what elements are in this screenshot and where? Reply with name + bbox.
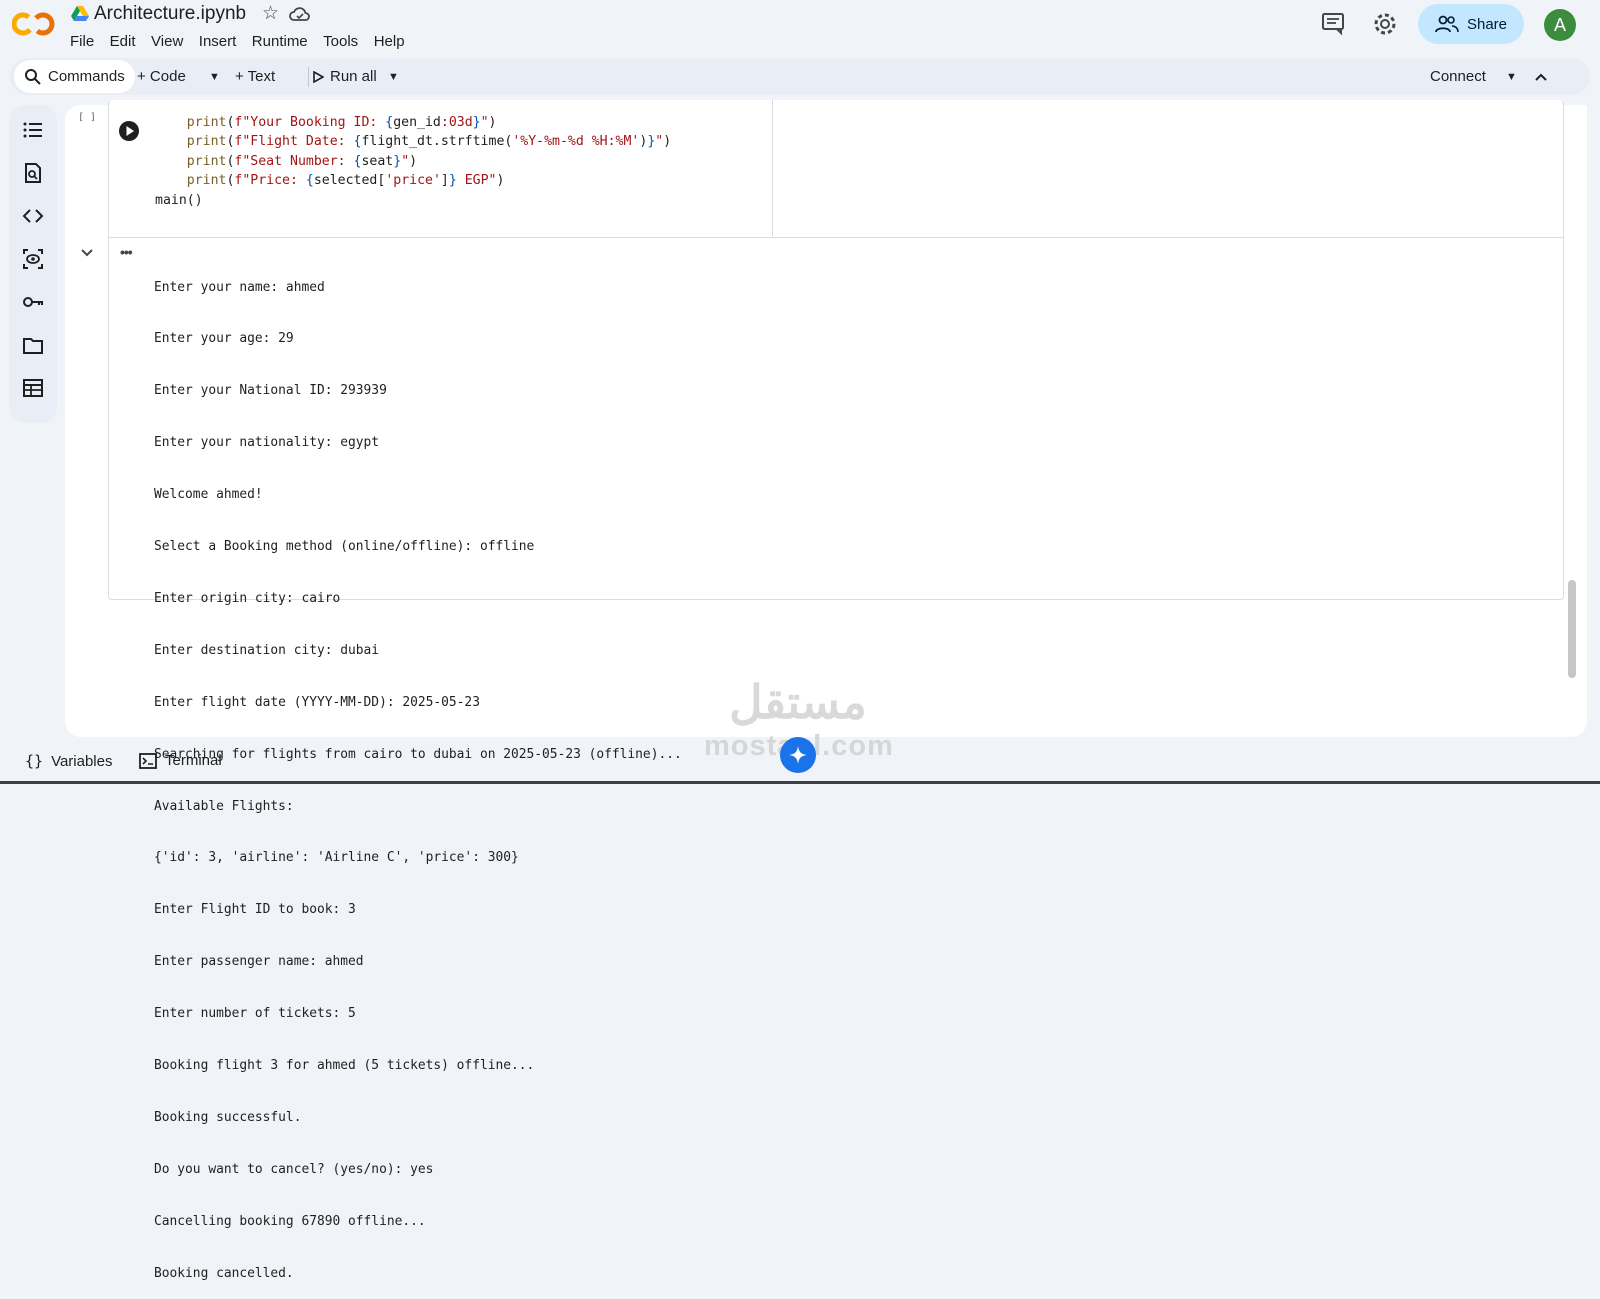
output-line: Enter passenger name: ahmed	[154, 954, 364, 970]
output-line: Booking flight 3 for ahmed (5 tickets) o…	[154, 1057, 535, 1073]
table-icon[interactable]	[22, 377, 44, 399]
output-line: Enter destination city: dubai	[154, 642, 380, 658]
menu-insert[interactable]: Insert	[199, 33, 237, 50]
run-all-label: Run all	[330, 68, 377, 85]
braces-icon: {}	[25, 752, 44, 770]
play-icon[interactable]	[118, 120, 140, 142]
menu-bar: File Edit View Insert Runtime Tools Help	[70, 33, 420, 50]
variables-label: Variables	[51, 752, 113, 770]
chevron-down-icon: ▼	[388, 70, 399, 83]
output-line: Enter your name: ahmed	[154, 279, 325, 295]
folder-icon[interactable]	[22, 334, 44, 356]
code-editor[interactable]: print(f"Your Booking ID: {gen_id:03d}") …	[155, 113, 671, 210]
code-line: print(f"Your Booking ID: {gen_id:03d}")	[186, 115, 497, 130]
menu-runtime[interactable]: Runtime	[252, 33, 308, 50]
share-label: Share	[1466, 15, 1508, 33]
cloud-icon[interactable]	[289, 5, 311, 23]
output-line: Enter number of tickets: 5	[154, 1006, 356, 1022]
variables-inspector-icon[interactable]	[22, 248, 44, 270]
terminal-label: Terminal	[165, 752, 222, 769]
chevron-down-icon: ▼	[1506, 70, 1517, 83]
output-actions-icon[interactable]: •••	[120, 244, 133, 260]
toolbar: Commands + Code ▼ + Text Run all ▼ Conne…	[10, 58, 1590, 95]
chevron-down-icon[interactable]	[79, 245, 95, 261]
commands-label: Commands	[48, 68, 125, 85]
output-line: {'id': 3, 'airline': 'Airline C', 'price…	[154, 850, 519, 866]
collapse-toolbar-button[interactable]	[1534, 58, 1548, 95]
output-line: Welcome ahmed!	[154, 487, 263, 503]
comment-icon[interactable]	[1320, 10, 1346, 36]
gear-icon[interactable]	[1372, 11, 1398, 37]
connect-dropdown[interactable]: ▼	[1506, 58, 1517, 95]
terminal-button[interactable]: Terminal	[139, 752, 222, 769]
code-snippets-icon[interactable]	[22, 205, 44, 227]
toc-icon[interactable]	[22, 119, 44, 141]
output-line: Cancelling booking 67890 offline...	[154, 1213, 426, 1229]
add-text-button[interactable]: + Text	[235, 58, 275, 95]
output-line: Enter your age: 29	[154, 331, 294, 347]
key-icon[interactable]	[22, 291, 44, 313]
avatar[interactable]: A	[1544, 9, 1576, 41]
output-line: Enter flight date (YYYY-MM-DD): 2025-05-…	[154, 694, 480, 710]
menu-edit[interactable]: Edit	[110, 33, 136, 50]
people-icon	[1435, 15, 1459, 33]
code-line: print(f"Seat Number: {seat}")	[186, 153, 418, 169]
code-line: main()	[155, 192, 203, 208]
google-drive-icon	[71, 6, 89, 21]
menu-view[interactable]: View	[151, 33, 183, 50]
footer: {} Variables Terminal	[0, 742, 1600, 784]
output-divider	[108, 237, 1563, 238]
output-line: Enter origin city: cairo	[154, 590, 341, 606]
add-code-button[interactable]: + Code	[137, 58, 186, 95]
code-line: print(f"Flight Date: {flight_dt.strftime…	[186, 134, 672, 150]
search-icon	[25, 68, 41, 85]
chevron-up-icon	[1535, 73, 1547, 81]
add-text-label: + Text	[235, 68, 276, 85]
play-outline-icon	[313, 70, 324, 83]
commands-button[interactable]: Commands	[14, 60, 135, 93]
menu-help[interactable]: Help	[374, 33, 405, 50]
output-line: Available Flights:	[154, 798, 294, 814]
output-line: Select a Booking method (online/offline)…	[154, 539, 535, 555]
menu-file[interactable]: File	[70, 33, 94, 50]
share-button[interactable]: Share	[1418, 4, 1524, 44]
colab-logo[interactable]	[12, 10, 56, 38]
variables-button[interactable]: {} Variables	[25, 752, 112, 770]
star-icon[interactable]: ☆	[262, 3, 279, 25]
terminal-icon	[139, 752, 157, 769]
output-line: Booking cancelled.	[154, 1265, 294, 1281]
chevron-down-icon: ▼	[209, 70, 220, 83]
menu-tools[interactable]: Tools	[323, 33, 358, 50]
left-sidebar	[9, 105, 57, 423]
watermark-logo: مستقل	[729, 676, 867, 728]
output-line: Enter your National ID: 293939	[154, 383, 387, 399]
scrollbar[interactable]	[1568, 580, 1576, 678]
toolbar-divider	[308, 67, 309, 87]
code-line: print(f"Price: {selected['price']} EGP")	[186, 173, 505, 189]
output-line: Enter your nationality: egypt	[154, 435, 380, 451]
connect-label: Connect	[1430, 68, 1486, 85]
cell-divider	[772, 100, 773, 236]
output-line: Booking successful.	[154, 1109, 302, 1125]
notebook-title[interactable]: Architecture.ipynb	[94, 3, 246, 25]
output-line: Do you want to cancel? (yes/no): yes	[154, 1161, 434, 1177]
add-code-label: + Code	[137, 68, 186, 85]
output-line: Enter Flight ID to book: 3	[154, 902, 356, 918]
connect-button[interactable]: Connect	[1430, 58, 1486, 95]
run-all-dropdown[interactable]: ▼	[388, 58, 399, 95]
add-code-dropdown[interactable]: ▼	[209, 58, 220, 95]
run-all-button[interactable]: Run all	[312, 58, 377, 95]
header: Architecture.ipynb ☆ File Edit View Inse…	[0, 0, 1600, 56]
find-icon[interactable]	[22, 162, 44, 184]
execution-count: [ ]	[78, 112, 97, 123]
